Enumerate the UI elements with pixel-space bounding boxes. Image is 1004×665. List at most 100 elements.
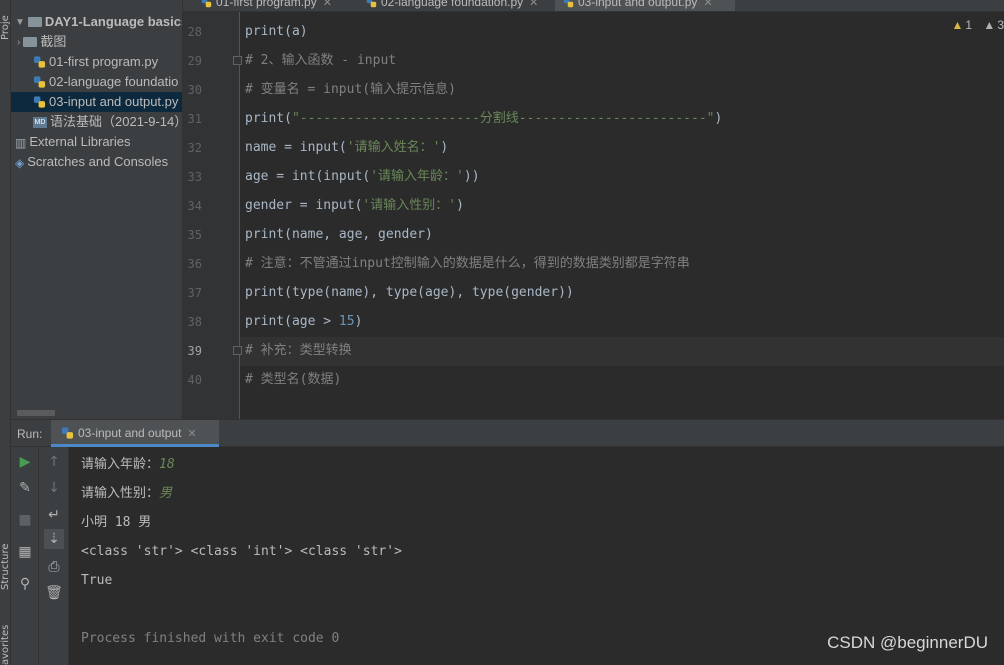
line-number: 30: [187, 83, 202, 97]
tree-item-label: 02-language foundatio: [49, 74, 179, 89]
favorites-tool-tab[interactable]: avorites: [0, 610, 11, 665]
line-number: 32: [187, 141, 202, 155]
line-number: 35: [187, 228, 202, 242]
project-horizontal-scrollbar[interactable]: [17, 410, 55, 416]
console-text: True: [81, 573, 113, 588]
code-line[interactable]: print(type(name), type(age), type(gender…: [245, 283, 574, 303]
tree-item-scratch[interactable]: ◈ Scratches and Consoles: [11, 152, 182, 172]
run-panel-header: Run: 03-input and output ✕: [11, 419, 1004, 447]
code-editor[interactable]: 28 29 30 31 32 33 34 35 36 37 38 39 40 print(a) # 2、输…: [183, 12, 1004, 419]
editor-tab[interactable]: 01-first program.py ✕: [193, 0, 353, 11]
line-number-gutter: 28 29 30 31 32 33 34 35 36 37 38 39 40: [183, 12, 242, 419]
weak-warning-icon: ▲: [983, 18, 996, 32]
code-line[interactable]: # 补充：类型转换: [245, 341, 352, 361]
scratches-icon: ◈: [15, 155, 25, 170]
tree-item-py[interactable]: 01-first program.py: [11, 52, 182, 72]
code-line[interactable]: # 2、输入函数 - input: [245, 51, 396, 71]
tree-item-project[interactable]: ▼ DAY1-Language basics a: [11, 12, 182, 33]
pin-icon[interactable]: ⚲: [15, 574, 35, 594]
warning-icon: ▲: [951, 18, 964, 32]
fold-marker-icon[interactable]: [233, 346, 242, 355]
python-file-icon: [33, 75, 46, 88]
code-line[interactable]: # 变量名 = input(输入提示信息): [245, 80, 456, 100]
run-config-tab-label: 03-input and output: [78, 426, 182, 440]
console-line: Process finished with exit code 0: [81, 629, 339, 649]
console-text: 请输入年龄：: [81, 457, 160, 472]
console-text: 小明 18 男: [81, 515, 152, 530]
code-line[interactable]: print(name, age, gender): [245, 225, 433, 245]
stop-icon[interactable]: ■: [15, 510, 35, 530]
tree-item-label: DAY1-Language basics a: [44, 14, 182, 29]
code-line[interactable]: # 注意：不管通过input控制输入的数据是什么，得到的数据类别都是字符串: [245, 254, 690, 274]
folder-icon: [27, 16, 42, 27]
code-line[interactable]: age = int(input('请输入年龄：')): [245, 167, 480, 187]
console-line: 请输入性别：男: [81, 484, 172, 504]
console-user-input: 18: [159, 457, 175, 472]
editor-tab-label: 03-input and output.py: [578, 0, 698, 9]
layout-icon[interactable]: ▦: [15, 542, 35, 562]
fold-marker-icon[interactable]: [233, 56, 242, 65]
chevron-down-icon[interactable]: ▼: [15, 13, 25, 33]
tree-item-label: 语法基础（2021-9-14）: [50, 114, 183, 129]
code-line[interactable]: name = input('请输入姓名：'): [245, 138, 448, 158]
tree-item-py[interactable]: 02-language foundatio: [11, 72, 182, 92]
console-line: 请输入年龄：18: [81, 455, 175, 475]
close-icon[interactable]: ✕: [703, 0, 712, 9]
tree-item-label: External Libraries: [29, 134, 131, 149]
close-icon[interactable]: ✕: [529, 0, 538, 9]
project-panel: ▼ DAY1-Language basics a › 截图 01-first progr…: [11, 0, 183, 419]
close-icon[interactable]: ✕: [187, 428, 196, 440]
tree-item-py[interactable]: 03-input and output.py: [11, 92, 182, 112]
line-number: 40: [187, 373, 202, 387]
tree-item-md[interactable]: MD 语法基础（2021-9-14）: [11, 112, 183, 132]
python-file-icon: [563, 0, 574, 8]
code-line[interactable]: print(age > 15): [245, 312, 362, 332]
warning-count: 1: [965, 18, 973, 32]
run-panel-label: Run:: [17, 427, 43, 441]
run-config-tab[interactable]: 03-input and output ✕: [51, 420, 219, 447]
tree-item-folder[interactable]: › 截图: [11, 32, 182, 53]
line-number: 38: [187, 315, 202, 329]
editor-tab[interactable]: 02-language foundation.py ✕: [358, 0, 548, 11]
line-number: 36: [187, 257, 202, 271]
inspection-widget[interactable]: ▲ 1 ▲ 3: [952, 18, 1004, 34]
line-number: 33: [187, 170, 202, 184]
chevron-right-icon[interactable]: ›: [17, 33, 20, 53]
close-icon[interactable]: ✕: [323, 0, 332, 9]
markdown-file-icon: MD: [33, 117, 47, 129]
console-line: 小明 18 男: [81, 513, 151, 533]
python-file-icon: [33, 95, 46, 108]
scroll-down-icon[interactable]: ↓: [44, 478, 64, 498]
tree-item-label: Scratches and Consoles: [27, 154, 169, 169]
console-text: Process finished with exit code 0: [81, 631, 340, 646]
project-tool-tab[interactable]: Proje: [0, 0, 11, 40]
wrench-icon[interactable]: ✎: [15, 478, 35, 498]
tree-item-lib[interactable]: ▥ External Libraries: [11, 132, 182, 152]
console-text: <class 'str'> <class 'int'> <class 'str'…: [81, 544, 402, 559]
code-line[interactable]: print("-----------------------分割线-------…: [245, 109, 722, 129]
code-line[interactable]: print(a): [245, 22, 308, 42]
editor-tab-label: 02-language foundation.py: [381, 0, 524, 9]
code-line[interactable]: # 类型名(数据): [245, 370, 341, 390]
trash-icon[interactable]: 🗑: [44, 583, 64, 603]
tree-item-label: 03-input and output.py: [49, 94, 179, 109]
console-line: True: [81, 571, 112, 591]
weak-warning-count: 3: [997, 18, 1004, 32]
tree-item-label: 截图: [40, 34, 67, 49]
line-number: 39: [187, 344, 202, 358]
code-line[interactable]: gender = input('请输入性别：'): [245, 196, 464, 216]
editor-tab[interactable]: 03-input and output.py ✕: [555, 0, 735, 11]
left-tool-strip: Proje Structure avorites: [0, 0, 11, 665]
tree-item-label: 01-first program.py: [49, 54, 159, 69]
line-number: 31: [187, 112, 202, 126]
structure-tool-tab[interactable]: Structure: [0, 530, 11, 590]
python-file-icon: [201, 0, 212, 8]
soft-wrap-icon[interactable]: ↵: [44, 505, 64, 525]
rerun-icon[interactable]: ▶: [15, 452, 35, 472]
scroll-up-icon[interactable]: ↑: [44, 452, 64, 472]
console-text: 请输入性别：: [81, 486, 160, 501]
scroll-to-end-icon[interactable]: ⇣: [44, 529, 64, 549]
line-number: 34: [187, 199, 202, 213]
print-icon[interactable]: ⎙: [44, 557, 64, 577]
run-toolbar-primary: ▶ ✎ ■ ▦ ⚲: [11, 447, 39, 665]
